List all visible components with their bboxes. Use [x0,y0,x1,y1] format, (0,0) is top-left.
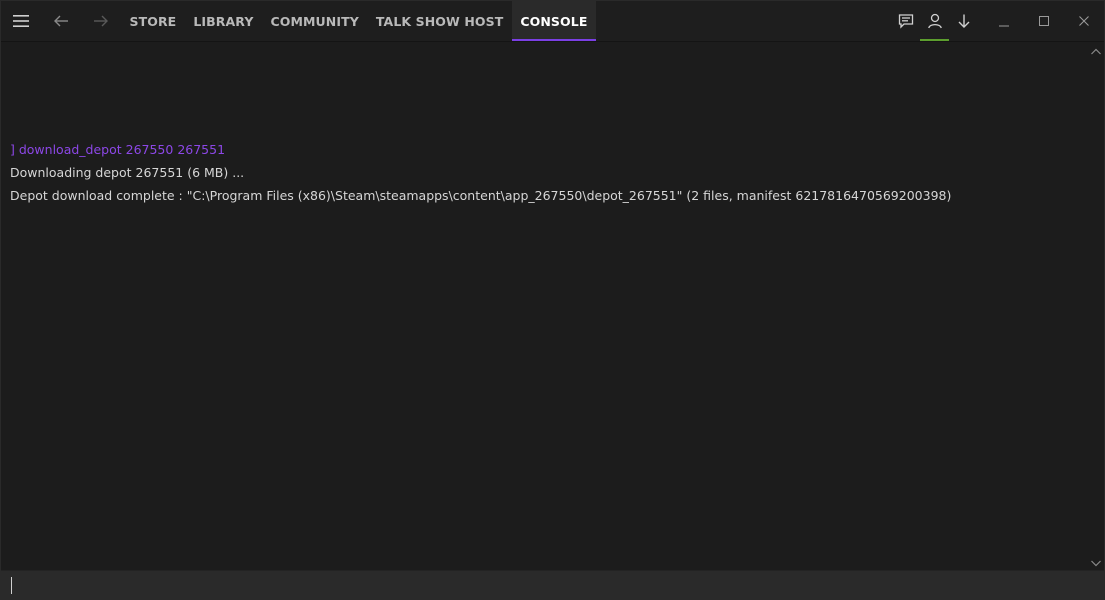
console-scrollbar[interactable] [1088,42,1104,571]
download-icon [958,14,969,28]
title-bar: STORE LIBRARY COMMUNITY TALK SHOW HOST C… [1,1,1104,42]
chat-button[interactable] [891,1,920,41]
chat-icon [898,14,913,29]
tab-talk-show-host[interactable]: TALK SHOW HOST [367,1,511,41]
console-input-bar [1,570,1104,599]
maximize-button[interactable] [1024,1,1064,41]
chevron-up-icon[interactable] [1090,46,1102,58]
menu-button[interactable] [1,1,41,41]
console-output: ] download_depot 267550 267551 Downloadi… [1,42,1088,571]
close-button[interactable] [1064,1,1104,41]
tab-store[interactable]: STORE [121,1,185,41]
minimize-button[interactable] [984,1,1024,41]
window-controls [891,1,1104,41]
console-input[interactable] [1,571,1104,599]
minimize-icon [999,25,1009,27]
text-caret [11,577,12,594]
close-icon [1079,16,1089,26]
forward-button[interactable] [81,1,121,41]
console-output-line: Depot download complete : "C:\Program Fi… [10,188,952,203]
main-tabs: STORE LIBRARY COMMUNITY TALK SHOW HOST C… [121,1,597,41]
back-button[interactable] [41,1,81,41]
console-output-line: Downloading depot 267551 (6 MB) ... [10,165,245,180]
hamburger-icon [13,15,29,27]
tab-library[interactable]: LIBRARY [185,1,262,41]
steam-window: STORE LIBRARY COMMUNITY TALK SHOW HOST C… [0,0,1105,600]
tab-community[interactable]: COMMUNITY [262,1,367,41]
user-button[interactable] [920,1,949,41]
arrow-left-icon [54,15,68,27]
downloads-button[interactable] [949,1,978,41]
user-icon [927,13,942,29]
tab-console[interactable]: CONSOLE [511,1,597,41]
console-command-line: ] download_depot 267550 267551 [10,142,226,157]
maximize-icon [1039,16,1049,26]
chevron-down-icon[interactable] [1090,557,1102,569]
arrow-right-icon [94,15,108,27]
